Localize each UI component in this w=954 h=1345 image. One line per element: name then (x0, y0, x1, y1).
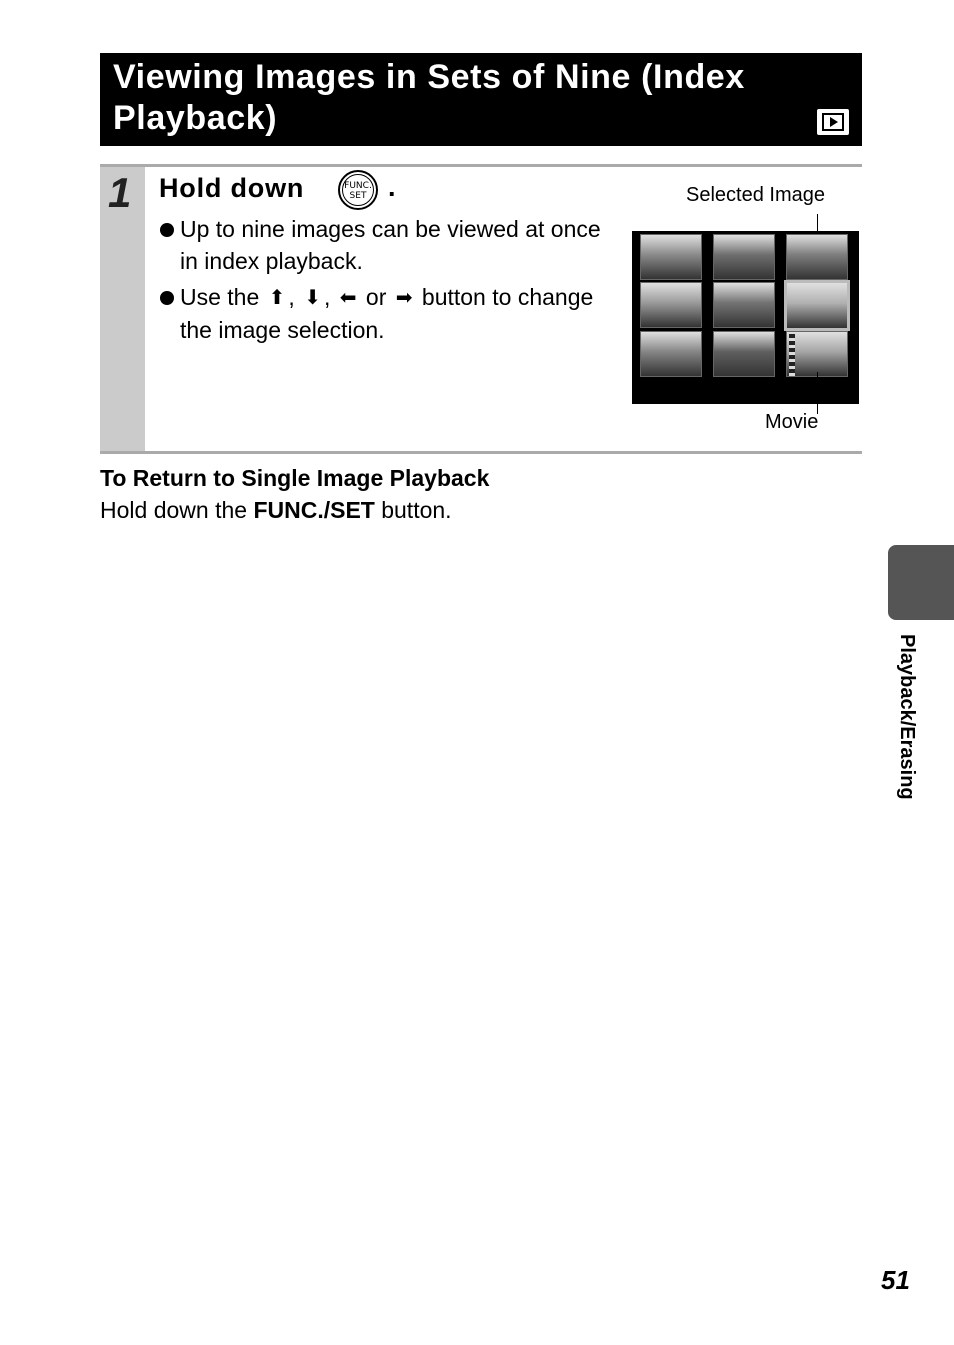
set-label: SET (349, 191, 367, 201)
arrow-left-icon: ⬅ (339, 287, 357, 309)
film-strip-icon (789, 334, 795, 376)
thumbnail (713, 282, 775, 328)
selected-image-label: Selected Image (686, 184, 825, 206)
text: Hold down the (100, 497, 248, 523)
or-text: or (365, 284, 387, 310)
movie-label: Movie (765, 411, 819, 433)
return-instructions: Hold down the FUNC./SET button. (100, 497, 452, 524)
thumbnail (786, 234, 848, 280)
func-label: FUNC. (344, 181, 372, 191)
page-title: Viewing Images in Sets of Nine (Index Pl… (113, 58, 745, 137)
bullet-icon (160, 223, 174, 237)
index-playback-screen (632, 231, 859, 404)
arrow-right-icon: ➡ (395, 287, 413, 309)
button-name: FUNC./SET (253, 497, 375, 523)
step-bullets: Up to nine images can be viewed at once … (158, 214, 608, 351)
bullet-text: Use the (180, 284, 260, 310)
chapter-tab (888, 545, 954, 620)
arrow-up-icon: ⬆ (268, 287, 286, 309)
bullet-icon (160, 291, 174, 305)
step-number: 1 (108, 169, 132, 216)
thumbnail-selected (784, 280, 850, 331)
thumbnail (640, 234, 702, 280)
thumbnail (713, 331, 775, 377)
page-number: 51 (881, 1265, 910, 1295)
divider (100, 451, 862, 454)
bullet-item: Use the ⬆, ⬇, ⬅ or ➡ button to change th… (158, 282, 608, 346)
step-heading: Hold down (159, 173, 305, 203)
step-number-column: 1 (100, 167, 145, 451)
comma: , (288, 284, 295, 310)
divider (100, 164, 862, 167)
return-heading: To Return to Single Image Playback (100, 465, 490, 491)
comma: , (323, 284, 331, 310)
heading-period: . (388, 172, 396, 202)
func-set-button-icon: FUNC. SET (338, 170, 378, 210)
chapter-label: Playback/Erasing (886, 634, 918, 854)
thumbnail-movie (786, 331, 848, 377)
chapter-label-text: Playback/Erasing (896, 634, 918, 800)
bullet-item: Up to nine images can be viewed at once … (158, 214, 608, 277)
thumbnail (640, 331, 702, 377)
playback-mode-icon (817, 109, 849, 135)
section-title-bar: Viewing Images in Sets of Nine (Index Pl… (100, 53, 862, 146)
thumbnail (713, 234, 775, 280)
text: button. (381, 497, 452, 523)
bullet-text: Up to nine images can be viewed at once … (180, 216, 601, 274)
callout-line (817, 372, 818, 414)
thumbnail (640, 282, 702, 328)
arrow-down-icon: ⬇ (304, 287, 321, 309)
